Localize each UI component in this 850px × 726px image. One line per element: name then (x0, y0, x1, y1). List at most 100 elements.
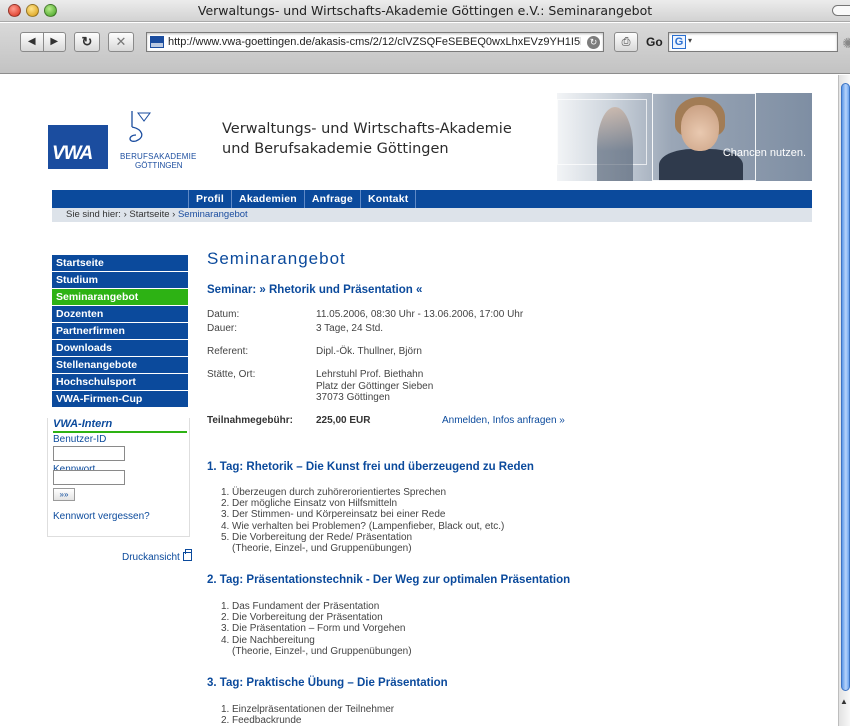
stop-button[interactable]: ✕ (108, 32, 134, 52)
day-2-title: 2. Tag: Präsentationstechnik - Der Weg z… (207, 574, 571, 586)
day-1-list: 1. Überzeugen durch zuhörerorientiertes S… (207, 487, 504, 554)
info-label: Dauer: (207, 323, 238, 334)
go-label: Go (646, 35, 663, 49)
list-item: 1. Überzeugen durch zuhörerorientiertes S… (221, 487, 447, 498)
nav-item-kontakt[interactable]: Kontakt (359, 190, 417, 208)
day-3-list: 1. Einzelpräsentationen der Teilnehmer 2.… (207, 704, 394, 726)
sidebar-item-studium[interactable]: Studium (52, 272, 188, 288)
toolbar-toggle-button[interactable] (832, 5, 850, 16)
breadcrumb-home[interactable]: Startseite (129, 209, 169, 220)
main-navigation: Profil Akademien Anfrage Kontakt (52, 190, 812, 208)
info-label: Referent: (207, 346, 249, 357)
info-row-staette: Stätte, Ort: Lehrstuhl Prof. Biethahn Pl… (207, 369, 433, 403)
google-search-icon[interactable]: G (672, 35, 686, 49)
chevron-down-icon[interactable]: ▾ (688, 36, 692, 45)
password-input[interactable] (53, 470, 125, 485)
logo-line-1: BERUFSAKADEMIE (120, 152, 197, 161)
user-id-label: Benutzer-ID (53, 434, 107, 445)
sidebar-item-downloads[interactable]: Downloads (52, 340, 188, 356)
login-title: VWA-Intern (53, 418, 187, 433)
list-item: 3. Die Präsentation – Form und Vorgehen (221, 623, 406, 635)
nav-item-anfrage[interactable]: Anfrage (303, 190, 360, 208)
logo-symbol-icon (129, 111, 151, 142)
fee-row: Teilnahmegebühr: 225,00 EUR Anmelden, In… (207, 415, 565, 426)
breadcrumb-separator: › (172, 209, 176, 220)
list-item: 4. Die Nachbereitung (Theorie, Einzel-, un… (221, 634, 412, 657)
info-value: 3 Tage, 24 Std. (316, 323, 384, 334)
print-icon: ⎙ (621, 36, 631, 48)
sidebar-item-seminarangebot[interactable]: Seminarangebot (52, 289, 188, 305)
web-page: VWA BERUFSAKADEMIE GÖTTINGEN Verwaltungs… (0, 75, 838, 726)
print-view-label[interactable]: Druckansicht (122, 552, 180, 563)
page-title: Seminarangebot (207, 249, 346, 268)
list-item: 2. Feedbackrunde (221, 715, 302, 726)
print-view-link[interactable]: Druckansicht (122, 549, 192, 563)
day-1-title: 1. Tag: Rhetorik – Die Kunst frei und üb… (207, 461, 534, 473)
vwa-logo[interactable]: VWA BERUFSAKADEMIE GÖTTINGEN (48, 111, 197, 170)
back-button[interactable]: ◀ (21, 33, 43, 51)
reload-button[interactable]: ↻ (74, 32, 100, 52)
scroll-up-arrow-icon[interactable]: ▲ (840, 697, 848, 706)
day-2-list: 1. Das Fundament der Präsentation 2. Die V… (207, 601, 412, 657)
window-title: Verwaltungs- und Wirtschafts-Akademie Gö… (197, 3, 653, 18)
info-value: Lehrstuhl Prof. Biethahn Platz der Götti… (316, 369, 433, 404)
day-3-title: 3. Tag: Praktische Übung – Die Präsentat… (207, 677, 448, 689)
sidebar-menu: Startseite Studium Seminarangebot Dozent… (52, 255, 188, 407)
list-item: 2. Die Vorbereitung der Präsentation (221, 612, 383, 624)
sidebar-item-dozenten[interactable]: Dozenten (52, 306, 188, 322)
sidebar-item-stellenangebote[interactable]: Stellenangebote (52, 357, 188, 373)
list-item: 2. Der mögliche Einsatz von Hilfsmitteln (221, 498, 398, 510)
print-button[interactable]: ⎙ (614, 32, 638, 52)
location-line: 37073 Göttingen (316, 392, 390, 403)
register-link[interactable]: Anmelden, Infos anfragen » (442, 415, 565, 426)
breadcrumb-separator: › (123, 209, 127, 220)
seminar-title: Seminar: » Rhetorik und Präsentation « (207, 284, 423, 296)
forgot-password-link[interactable]: Kennwort vergessen? (53, 511, 150, 522)
address-bar[interactable]: http://www.vwa-goettingen.de/akasis-cms/… (146, 32, 604, 52)
sidebar-item-hochschulsport[interactable]: Hochschulsport (52, 374, 188, 390)
browser-toolbar: ◀ ▶ ↻ ✕ http://www.vwa-goettingen.de/aka… (0, 23, 850, 74)
scrollbar-thumb[interactable] (841, 83, 850, 691)
info-value: 11.05.2006, 08:30 Uhr - 13.06.2006, 17:0… (316, 309, 524, 320)
printer-icon[interactable] (182, 549, 192, 561)
forward-button[interactable]: ▶ (42, 33, 66, 51)
address-bar-url[interactable]: http://www.vwa-goettingen.de/akasis-cms/… (168, 36, 581, 48)
banner-slogan: Chancen nutzen. (722, 147, 806, 159)
info-row-dauer: Dauer: 3 Tage, 24 Std. (207, 323, 383, 334)
banner-frame (652, 93, 756, 181)
sidebar-item-startseite[interactable]: Startseite (52, 255, 188, 271)
info-label: Stätte, Ort: (207, 369, 256, 380)
academy-name-line-2: und Berufsakademie Göttingen (222, 141, 449, 157)
page-scrollbar[interactable]: ▲ (838, 75, 850, 726)
sidebar: Startseite Studium Seminarangebot Dozent… (52, 255, 188, 408)
activity-spinner-icon: ✺ (842, 35, 850, 51)
list-item: 4. Wie verhalten bei Problemen? (Lampenf… (221, 520, 505, 532)
info-row-referent: Referent: Dipl.-Ök. Thullner, Björn (207, 346, 422, 357)
nav-item-profil[interactable]: Profil (188, 190, 231, 208)
list-item: 5. Die Vorbereitung der Rede/ Präsentatio… (221, 531, 413, 555)
reload-url-icon[interactable]: ↻ (587, 36, 600, 49)
login-box: VWA-Intern Benutzer-ID Kennwort »» Kennw… (47, 418, 190, 537)
site-favicon-icon (150, 36, 164, 48)
fee-label: Teilnahmegebühr: (207, 415, 293, 426)
nav-item-akademien[interactable]: Akademien (231, 190, 304, 208)
back-forward-buttons: ◀ ▶ (20, 32, 66, 52)
berufsakademie-logo: BERUFSAKADEMIE GÖTTINGEN (108, 111, 197, 170)
google-search-field[interactable]: G ▾ (668, 32, 838, 52)
list-item: 1. Das Fundament der Präsentation (221, 601, 380, 612)
vwa-logo-mark: VWA (48, 125, 108, 169)
fee-value: 225,00 EUR (316, 415, 371, 426)
location-line: Platz der Göttinger Sieben (316, 380, 434, 392)
info-row-datum: Datum: 11.05.2006, 08:30 Uhr - 13.06.200… (207, 309, 523, 320)
breadcrumb-prefix: Sie sind hier: (66, 209, 121, 220)
breadcrumb: Sie sind hier: › Startseite › Seminarang… (52, 208, 812, 222)
sidebar-item-partnerfirmen[interactable]: Partnerfirmen (52, 323, 188, 339)
sidebar-item-vwa-firmen-cup[interactable]: VWA-Firmen-Cup (52, 391, 188, 407)
info-label: Datum: (207, 309, 240, 320)
user-id-input[interactable] (53, 446, 125, 461)
academy-name-line-1: Verwaltungs- und Wirtschafts-Akademie (222, 121, 512, 137)
banner-person-background (597, 107, 633, 181)
breadcrumb-current[interactable]: Seminarangebot (178, 209, 248, 220)
academy-name: Verwaltungs- und Wirtschafts-Akademie un… (222, 119, 512, 159)
login-submit-button[interactable]: »» (53, 488, 75, 501)
